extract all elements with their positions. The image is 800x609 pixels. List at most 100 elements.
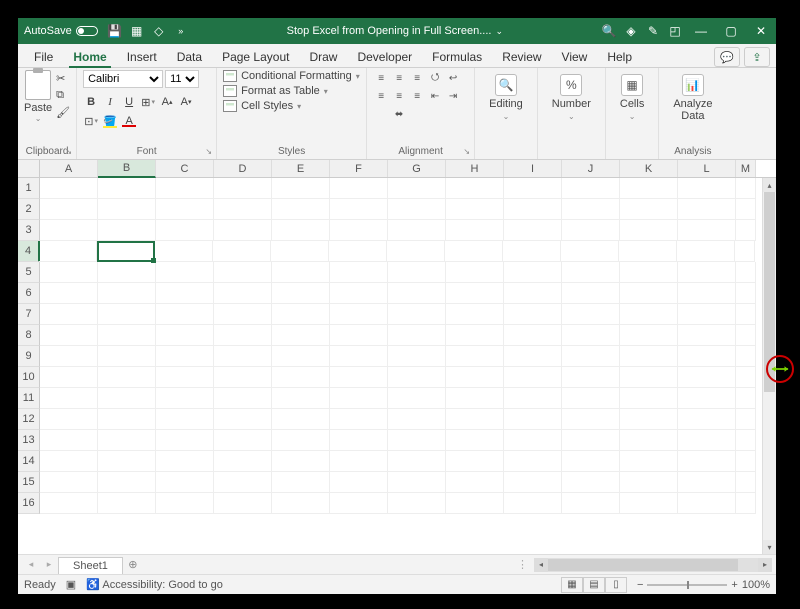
cell[interactable]	[272, 199, 330, 220]
sheet-tab-sheet1[interactable]: Sheet1	[58, 557, 123, 574]
cell[interactable]	[214, 346, 272, 367]
cell[interactable]	[620, 346, 678, 367]
paste-button[interactable]: Paste	[24, 102, 52, 114]
eraser-icon[interactable]: ◇	[148, 20, 170, 42]
window-icon[interactable]: ◰	[664, 20, 686, 42]
scroll-down-icon[interactable]: ▾	[763, 540, 776, 554]
col-header-L[interactable]: L	[678, 160, 736, 177]
cell[interactable]	[272, 472, 330, 493]
cell[interactable]	[156, 388, 214, 409]
row-header-8[interactable]: 8	[18, 325, 40, 346]
cell[interactable]	[214, 472, 272, 493]
cell[interactable]	[272, 178, 330, 199]
sheet-nav-prev-icon[interactable]: ◂	[22, 559, 40, 570]
cell[interactable]	[156, 178, 214, 199]
font-color-button[interactable]: A	[121, 113, 137, 129]
tab-insert[interactable]: Insert	[117, 46, 167, 67]
cell[interactable]	[97, 241, 155, 262]
macro-record-icon[interactable]: ▣	[66, 578, 76, 591]
cell[interactable]	[214, 493, 272, 514]
cell[interactable]	[678, 409, 736, 430]
accessibility-status[interactable]: ♿ Accessibility: Good to go	[86, 578, 223, 591]
align-left-icon[interactable]: ≡	[373, 88, 389, 104]
cell[interactable]	[40, 325, 98, 346]
cell[interactable]	[678, 325, 736, 346]
cell[interactable]	[98, 472, 156, 493]
cell[interactable]	[504, 220, 562, 241]
increase-indent-icon[interactable]: ⇥	[445, 88, 461, 104]
scroll-up-icon[interactable]: ▴	[763, 178, 776, 192]
cell[interactable]	[330, 178, 388, 199]
cell[interactable]	[736, 283, 756, 304]
analyze-data-button[interactable]: 📊Analyze Data	[665, 70, 720, 126]
cell[interactable]	[98, 451, 156, 472]
cell[interactable]	[388, 409, 446, 430]
col-header-E[interactable]: E	[272, 160, 330, 177]
cell[interactable]	[446, 493, 504, 514]
row-header-13[interactable]: 13	[18, 430, 40, 451]
cell[interactable]	[445, 241, 503, 262]
orientation-icon[interactable]: ⭯	[427, 70, 443, 86]
cell[interactable]	[330, 409, 388, 430]
cell[interactable]	[504, 409, 562, 430]
cell[interactable]	[98, 283, 156, 304]
cell[interactable]	[446, 178, 504, 199]
decrease-indent-icon[interactable]: ⇤	[427, 88, 443, 104]
cell[interactable]	[40, 430, 98, 451]
increase-font-button[interactable]: A▴	[159, 94, 175, 110]
cell-styles-button[interactable]: Cell Styles▾	[223, 100, 360, 112]
cell[interactable]	[98, 325, 156, 346]
cell[interactable]	[446, 451, 504, 472]
cell[interactable]	[387, 241, 445, 262]
cell[interactable]	[678, 199, 736, 220]
row-header-10[interactable]: 10	[18, 367, 40, 388]
cell[interactable]	[620, 409, 678, 430]
cell[interactable]	[504, 304, 562, 325]
cell[interactable]	[620, 367, 678, 388]
cell[interactable]	[40, 220, 98, 241]
cell[interactable]	[156, 409, 214, 430]
clipboard-launcher-icon[interactable]: ↘	[65, 147, 72, 156]
tab-file[interactable]: File	[24, 46, 63, 67]
cell[interactable]	[272, 367, 330, 388]
cell[interactable]	[736, 367, 756, 388]
cell[interactable]	[562, 199, 620, 220]
cell[interactable]	[156, 199, 214, 220]
row-header-6[interactable]: 6	[18, 283, 40, 304]
cell[interactable]	[736, 346, 756, 367]
cell[interactable]	[388, 493, 446, 514]
cell[interactable]	[503, 241, 561, 262]
cell[interactable]	[562, 472, 620, 493]
col-header-I[interactable]: I	[504, 160, 562, 177]
cell[interactable]	[446, 220, 504, 241]
row-header-7[interactable]: 7	[18, 304, 40, 325]
alignment-launcher-icon[interactable]: ↘	[463, 147, 470, 156]
cell[interactable]	[504, 262, 562, 283]
col-header-B[interactable]: B	[98, 160, 156, 178]
col-header-C[interactable]: C	[156, 160, 214, 177]
cell[interactable]	[678, 283, 736, 304]
cell[interactable]	[446, 199, 504, 220]
cell[interactable]	[214, 304, 272, 325]
tab-review[interactable]: Review	[492, 46, 551, 67]
cell[interactable]	[504, 472, 562, 493]
cell[interactable]	[678, 220, 736, 241]
borders-button[interactable]: ⊡▾	[83, 113, 99, 129]
save-icon[interactable]: 💾	[104, 20, 126, 42]
cell[interactable]	[620, 493, 678, 514]
cell[interactable]	[330, 451, 388, 472]
cell[interactable]	[678, 430, 736, 451]
cell[interactable]	[40, 346, 98, 367]
cell[interactable]	[388, 367, 446, 388]
cell[interactable]	[388, 178, 446, 199]
tab-draw[interactable]: Draw	[299, 46, 347, 67]
search-icon[interactable]: 🔍	[598, 20, 620, 42]
cell[interactable]	[271, 241, 329, 262]
col-header-M[interactable]: M	[736, 160, 756, 177]
row-header-4[interactable]: 4	[18, 241, 40, 262]
cell[interactable]	[446, 472, 504, 493]
cell[interactable]	[620, 262, 678, 283]
cell[interactable]	[214, 367, 272, 388]
row-header-14[interactable]: 14	[18, 451, 40, 472]
cell[interactable]	[330, 388, 388, 409]
